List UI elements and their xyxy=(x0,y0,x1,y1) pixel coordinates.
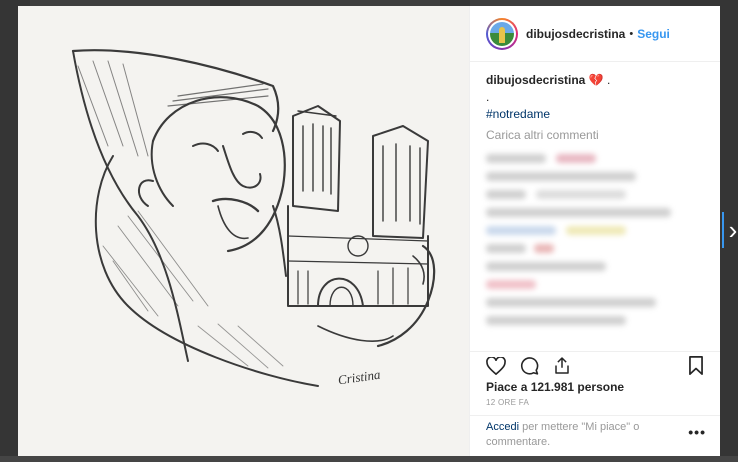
bookmark-icon[interactable] xyxy=(688,356,704,375)
load-more-comments[interactable]: Carica altri commenti xyxy=(486,127,704,144)
login-link[interactable]: Accedi xyxy=(486,421,519,433)
likes-count[interactable]: Piace a 121.981 persone xyxy=(486,380,624,394)
username-link[interactable]: dibujosdecristina xyxy=(526,27,625,41)
comment-icon[interactable] xyxy=(520,356,539,375)
hashtag-link[interactable]: #notredame xyxy=(486,106,704,123)
broken-heart-emoji: 💔 xyxy=(588,73,604,87)
caption-text: . xyxy=(607,73,611,87)
heart-icon[interactable] xyxy=(486,356,506,375)
notre-dame-sketch: Cristina xyxy=(18,6,469,456)
post-image: Cristina xyxy=(18,6,469,456)
next-post-arrow-icon[interactable]: › xyxy=(722,212,738,248)
post-header: dibujosdecristina • Segui xyxy=(470,6,720,62)
more-options-icon[interactable]: ••• xyxy=(688,424,706,440)
share-icon[interactable] xyxy=(553,356,571,375)
caption-username[interactable]: dibujosdecristina xyxy=(486,73,585,87)
post-sidebar: dibujosdecristina • Segui dibujosdecrist… xyxy=(469,6,720,456)
post-modal: Cristina dibujosdecristina • Segui dibuj… xyxy=(18,6,720,456)
login-prompt: Accedi per mettere "Mi piace" o commenta… xyxy=(470,415,720,456)
avatar[interactable] xyxy=(486,17,518,50)
follow-button[interactable]: Segui xyxy=(637,27,670,41)
post-timestamp: 12 ORE FA xyxy=(486,398,530,407)
action-bar xyxy=(470,351,720,379)
comments-section: dibujosdecristina 💔 . . #notredame Caric… xyxy=(470,62,720,337)
separator-dot: • xyxy=(629,27,634,40)
caption: dibujosdecristina 💔 . xyxy=(486,72,704,89)
caption-dot: . xyxy=(486,90,490,104)
blurred-comments xyxy=(486,152,704,337)
